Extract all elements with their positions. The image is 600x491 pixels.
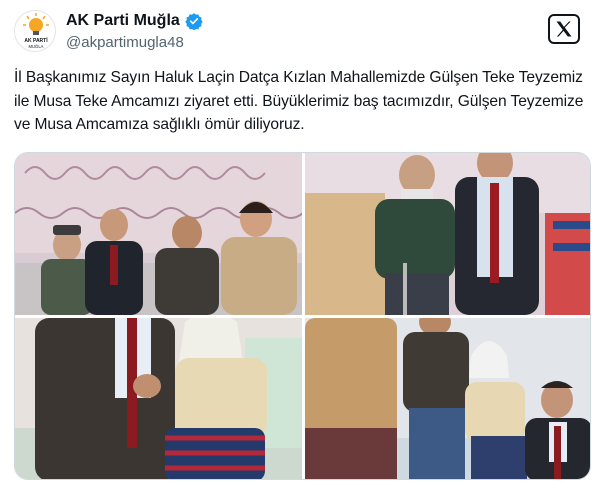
- tweet-header: AK PARTİ MUĞLA AK Parti Muğla @akpartimu…: [14, 10, 586, 56]
- display-name[interactable]: AK Parti Muğla: [66, 12, 180, 30]
- tweet-text: İl Başkanımız Sayın Haluk Laçin Datça Kı…: [14, 69, 584, 133]
- svg-text:MUĞLA: MUĞLA: [29, 44, 44, 49]
- verified-badge-icon: [185, 12, 203, 31]
- account-handle[interactable]: @akpartimugla48: [66, 34, 184, 51]
- photo-2[interactable]: [305, 153, 590, 315]
- photo-3[interactable]: [15, 318, 302, 479]
- svg-text:AK PARTİ: AK PARTİ: [24, 37, 48, 44]
- x-logo-icon: [548, 14, 580, 44]
- name-row: AK Parti Muğla: [66, 12, 203, 31]
- photo-4[interactable]: [305, 318, 590, 479]
- media-grid: [14, 152, 591, 480]
- avatar[interactable]: AK PARTİ MUĞLA: [14, 10, 56, 52]
- ak-parti-logo-icon: AK PARTİ MUĞLA: [15, 11, 55, 51]
- photo-1[interactable]: [15, 153, 302, 315]
